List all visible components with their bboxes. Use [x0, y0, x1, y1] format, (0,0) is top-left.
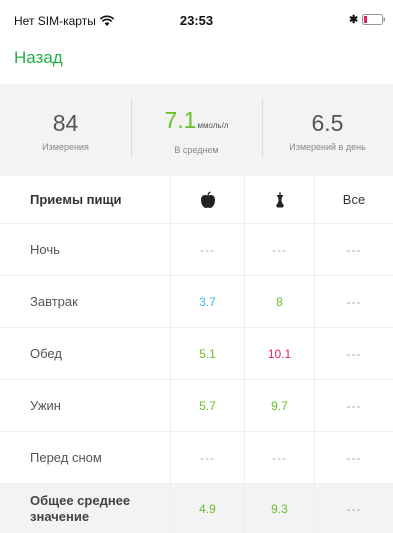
- status-bar: Нет SIM-карты 23:53 ✱: [0, 0, 393, 40]
- bluetooth-icon: ✱: [349, 14, 359, 26]
- measurements-value: 84: [53, 109, 79, 137]
- before-meal-value: ---: [170, 224, 244, 275]
- average-unit: ммоль/л: [197, 120, 229, 130]
- summary-average: 7.1 ммоль/л В среднем: [131, 84, 262, 176]
- back-button[interactable]: Назад: [14, 48, 63, 68]
- per-day-value: 6.5: [312, 109, 344, 137]
- clock: 23:53: [179, 13, 214, 28]
- table-header: Приемы пищи Все: [0, 176, 393, 224]
- average-value: 7.1 ммоль/л: [165, 106, 229, 140]
- after-meal-column[interactable]: [244, 176, 314, 223]
- summary-measurements: 84 Измерения: [0, 84, 131, 176]
- before-meal-column[interactable]: [170, 176, 244, 223]
- all-value: ---: [314, 380, 393, 431]
- table-row-lunch[interactable]: Обед 5.1 10.1 ---: [0, 328, 393, 380]
- row-label: Ужин: [30, 398, 61, 413]
- all-column[interactable]: Все: [314, 176, 393, 223]
- all-value: ---: [314, 328, 393, 379]
- all-average: ---: [314, 484, 393, 533]
- summary-panel: 84 Измерения 7.1 ммоль/л В среднем 6.5 И…: [0, 84, 393, 176]
- all-value: ---: [314, 224, 393, 275]
- row-label: Завтрак: [30, 294, 78, 309]
- per-day-number: 6.5: [311, 109, 344, 136]
- average-number: 7.1: [164, 106, 197, 133]
- measurements-label: Измерения: [42, 141, 89, 152]
- row-label: Перед сном: [30, 450, 102, 465]
- after-meal-average: 9.3: [244, 484, 314, 533]
- after-meal-value: ---: [244, 432, 314, 483]
- table-row-breakfast[interactable]: Завтрак 3.7 8 ---: [0, 276, 393, 328]
- apple-core-icon: [275, 192, 284, 207]
- meals-table: Приемы пищи Все Ночь --- --- --- Завтрак…: [0, 176, 393, 533]
- table-footer-average: Общее среднее значение 4.9 9.3 ---: [0, 484, 393, 533]
- before-meal-value: 3.7: [170, 276, 244, 327]
- footer-label: Общее среднее значение: [30, 493, 131, 524]
- summary-per-day: 6.5 Измерений в день: [262, 84, 393, 176]
- table-row-dinner[interactable]: Ужин 5.7 9.7 ---: [0, 380, 393, 432]
- battery-icon: [362, 14, 385, 25]
- table-row-bedtime[interactable]: Перед сном --- --- ---: [0, 432, 393, 484]
- before-meal-value: 5.1: [170, 328, 244, 379]
- before-meal-value: 5.7: [170, 380, 244, 431]
- after-meal-value: ---: [244, 224, 314, 275]
- before-meal-average: 4.9: [170, 484, 244, 533]
- row-label: Ночь: [30, 242, 60, 257]
- per-day-label: Измерений в день: [289, 141, 366, 152]
- average-label: В среднем: [174, 144, 219, 155]
- all-value: ---: [314, 432, 393, 483]
- after-meal-value: 8: [244, 276, 314, 327]
- after-meal-value: 10.1: [244, 328, 314, 379]
- row-label: Обед: [30, 346, 62, 361]
- apple-icon: [200, 190, 215, 208]
- after-meal-value: 9.7: [244, 380, 314, 431]
- table-row-night[interactable]: Ночь --- --- ---: [0, 224, 393, 276]
- all-value: ---: [314, 276, 393, 327]
- meals-column-title: Приемы пищи: [30, 192, 122, 207]
- measurements-count: 84: [52, 109, 79, 136]
- before-meal-value: ---: [170, 432, 244, 483]
